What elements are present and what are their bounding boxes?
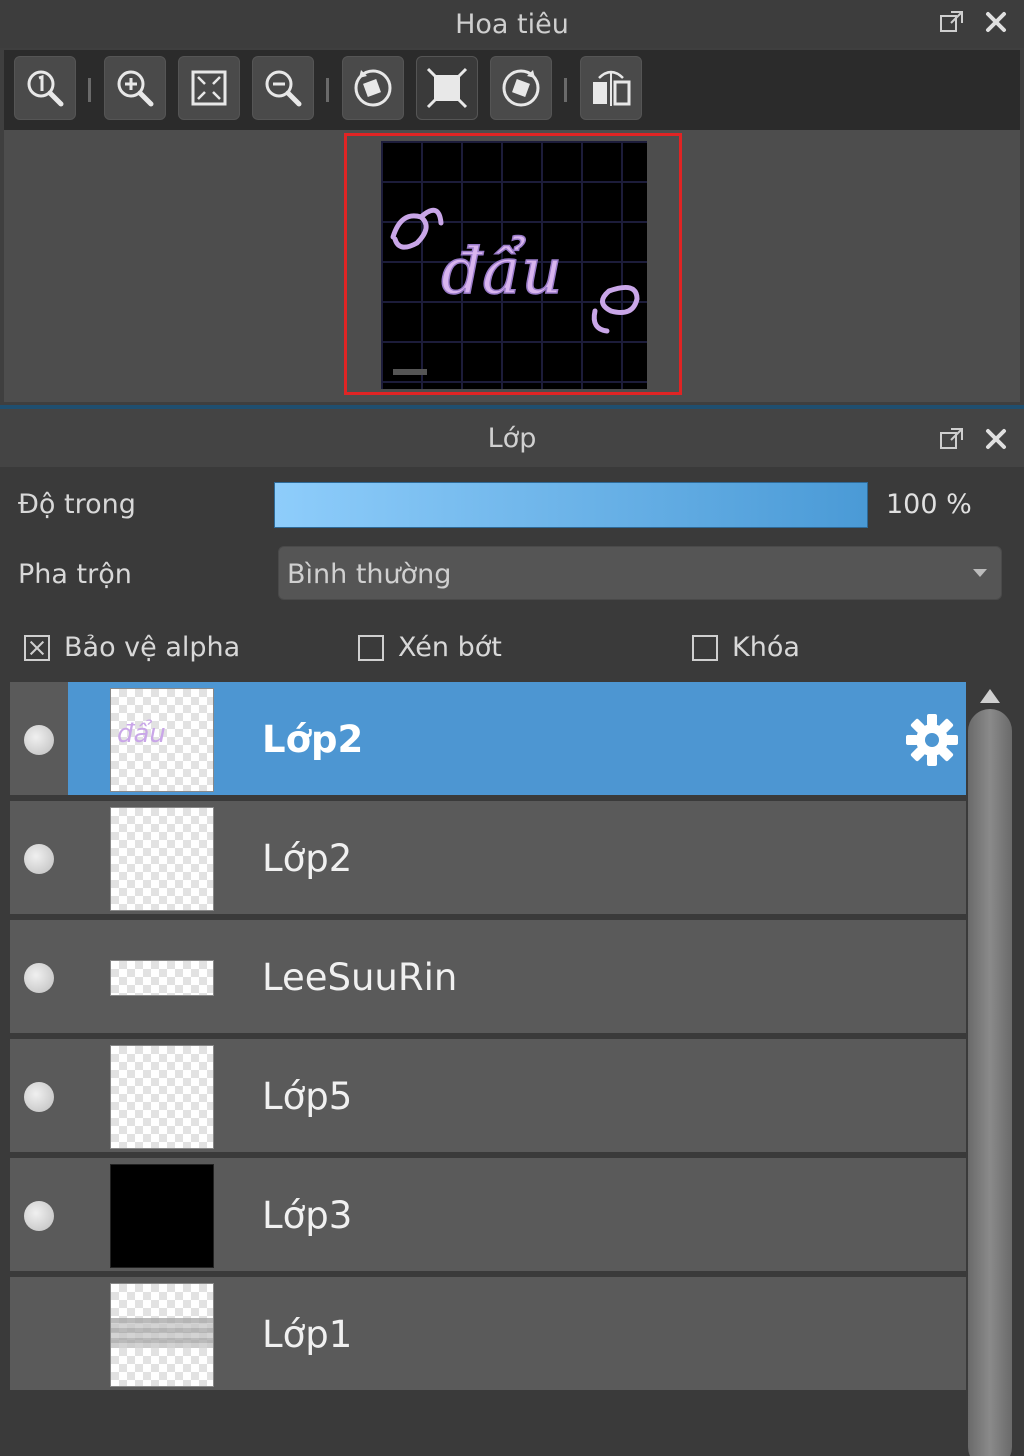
checkbox-icon[interactable] — [692, 634, 718, 661]
reset-view-icon[interactable] — [416, 56, 478, 120]
checkbox-checked-icon[interactable] — [24, 634, 50, 661]
gear-icon[interactable] — [904, 712, 960, 768]
layer-thumbnail — [110, 1045, 214, 1149]
layer-row[interactable]: LeeSuuRin — [10, 920, 966, 1036]
clipping-label: Xén bớt — [398, 632, 502, 663]
canvas-preview: đẩu — [381, 141, 647, 389]
layer-name: Lớp3 — [262, 1194, 353, 1237]
layer-thumbnail — [110, 960, 214, 996]
layer-list: đẩu Lớp2 Lớp2 LeeSuuRin Lớp5 Lớp3 Lớp1 — [10, 682, 966, 1456]
layer-list-scrollbar[interactable] — [968, 687, 1012, 1456]
clipping-checkbox[interactable]: Xén bớt — [358, 632, 502, 663]
toolbar-separator — [564, 78, 567, 102]
layer-row[interactable]: Lớp3 — [10, 1158, 966, 1274]
layer-name: Lớp1 — [262, 1313, 353, 1356]
visibility-toggle[interactable] — [24, 1082, 54, 1112]
protect-alpha-checkbox[interactable]: Bảo vệ alpha — [24, 632, 240, 663]
scroll-up-icon[interactable] — [980, 689, 1000, 703]
visibility-toggle[interactable] — [24, 725, 54, 755]
zoom-in-icon[interactable] — [104, 56, 166, 120]
toolbar-separator — [88, 78, 91, 102]
navigator-toolbar — [4, 50, 1020, 130]
lock-checkbox[interactable]: Khóa — [692, 632, 800, 663]
opacity-label: Độ trong — [18, 489, 136, 520]
toolbar-separator — [326, 78, 329, 102]
layer-row[interactable]: Lớp1 — [10, 1277, 966, 1393]
layer-row[interactable]: Lớp2 — [10, 801, 966, 917]
scrollbar-thumb[interactable] — [968, 709, 1012, 1456]
zoom-actual-icon[interactable] — [14, 56, 76, 120]
fit-screen-icon[interactable] — [178, 56, 240, 120]
rotate-left-icon[interactable] — [342, 56, 404, 120]
signature-mark — [393, 369, 427, 375]
navigator-title-actions — [938, 8, 1010, 36]
visibility-toggle[interactable] — [24, 844, 54, 874]
chevron-down-icon — [973, 569, 987, 577]
layer-name: LeeSuuRin — [262, 956, 458, 999]
preview-text: đẩu — [441, 235, 562, 309]
navigator-view[interactable]: đẩu — [4, 130, 1020, 402]
visibility-toggle[interactable] — [24, 1201, 54, 1231]
layer-name: Lớp2 — [262, 837, 353, 880]
preview-artwork: đẩu — [390, 207, 640, 375]
thumbnail-text: đẩu — [117, 719, 166, 749]
navigator-panel: Hoa tiêu đẩu — [0, 0, 1024, 405]
layers-title: Lớp — [487, 422, 537, 454]
layer-thumbnail — [110, 1283, 214, 1387]
layer-name: Lớp2 — [262, 718, 364, 761]
navigator-title: Hoa tiêu — [455, 8, 569, 40]
layers-title-actions — [938, 425, 1010, 453]
flip-horizontal-icon[interactable] — [580, 56, 642, 120]
undock-icon[interactable] — [938, 8, 966, 36]
lock-label: Khóa — [732, 632, 800, 663]
viewport-frame[interactable]: đẩu — [344, 133, 682, 395]
blend-mode-value: Bình thường — [287, 559, 452, 590]
layer-row[interactable]: đẩu Lớp2 — [10, 682, 966, 798]
layer-row[interactable]: Lớp5 — [10, 1039, 966, 1155]
zoom-out-icon[interactable] — [252, 56, 314, 120]
layer-name: Lớp5 — [262, 1075, 353, 1118]
blend-mode-label: Pha trộn — [18, 559, 132, 590]
close-icon[interactable] — [982, 8, 1010, 36]
protect-alpha-label: Bảo vệ alpha — [64, 632, 241, 663]
blend-mode-select[interactable]: Bình thường — [278, 546, 1002, 600]
layer-thumbnail — [110, 807, 214, 911]
undock-icon[interactable] — [938, 425, 966, 453]
layer-thumbnail: đẩu — [110, 688, 214, 792]
opacity-slider[interactable] — [274, 482, 868, 528]
visibility-toggle[interactable] — [24, 963, 54, 993]
close-icon[interactable] — [982, 425, 1010, 453]
checkbox-icon[interactable] — [358, 634, 384, 661]
rotate-right-icon[interactable] — [490, 56, 552, 120]
layers-panel: Lớp Độ trong 100 % Pha trộn Bình thường … — [0, 409, 1024, 1456]
layer-thumbnail — [110, 1164, 214, 1268]
opacity-value: 100 % — [886, 489, 972, 520]
